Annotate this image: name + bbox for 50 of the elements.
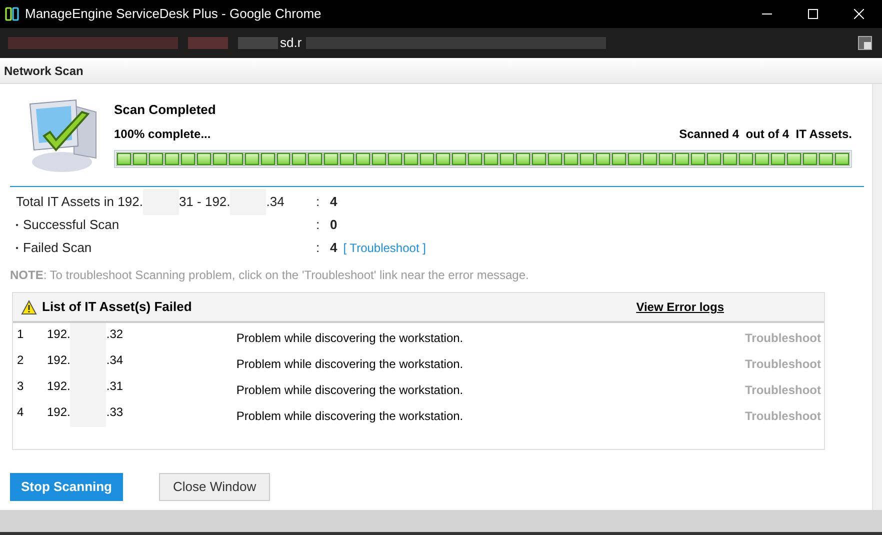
troubleshoot-link[interactable]: Troubleshoot (745, 401, 824, 427)
row-index: 1 (16, 326, 25, 343)
redacted-area (188, 37, 228, 49)
app-logo-icon (5, 7, 19, 21)
troubleshoot-link[interactable]: Troubleshoot (745, 349, 824, 375)
separator-colon: : (316, 239, 321, 258)
ip-address: .33 (106, 404, 124, 421)
window-title: ManageEngine ServiceDesk Plus - Google Chrome (25, 5, 322, 24)
summary-label: Failed Scan (23, 239, 92, 258)
ip-address: 192. (47, 404, 70, 421)
percent-complete: 100% complete... (114, 126, 211, 142)
separator-colon: : (316, 193, 321, 212)
panel-title: Network Scan (4, 62, 84, 80)
scan-status: Scan Completed (114, 101, 217, 119)
summary-value: 4 (330, 193, 338, 212)
summary-value: 0 (330, 216, 338, 234)
ip-address: .31 (106, 378, 124, 395)
summary-label: Successful Scan (23, 216, 120, 234)
translate-icon[interactable] (858, 36, 872, 50)
view-error-logs-link[interactable]: View Error logs (636, 298, 724, 316)
redacted-area (238, 37, 278, 49)
error-message: Problem while discovering the workstation. (236, 408, 464, 425)
stop-scanning-button[interactable]: Stop Scanning (10, 473, 123, 501)
summary-label: Total IT Assets in 192. (16, 193, 143, 212)
note-text: NOTE: To troubleshoot Scanning problem, click on the 'Troubleshoot' link near the error message. (10, 267, 530, 284)
close-window-button[interactable]: Close Window (159, 473, 270, 501)
ip-address: .34 (106, 352, 124, 369)
troubleshoot-link[interactable]: Troubleshoot (745, 323, 824, 349)
error-message: Problem while discovering the workstation. (236, 356, 464, 373)
warning-icon (21, 300, 37, 314)
summary-value: 4 (330, 239, 338, 258)
row-index: 3 (16, 378, 25, 395)
ip-address: 192. (47, 352, 70, 369)
troubleshoot-link[interactable]: Troubleshoot (745, 375, 824, 401)
failed-list-title: List of IT Asset(s) Failed (42, 298, 192, 316)
maximize-icon (808, 9, 818, 19)
row-index: 4 (16, 404, 25, 421)
summary-label: .34 (266, 193, 284, 212)
troubleshoot-link[interactable]: [ Troubleshoot ] (343, 239, 426, 257)
error-message: Problem while discovering the workstation. (236, 382, 464, 399)
scanned-count: Scanned 4 out of 4 IT Assets. (679, 126, 852, 142)
row-index: 2 (16, 352, 25, 369)
summary-label: 31 - 192. (178, 193, 230, 212)
ip-address: 192. (47, 378, 70, 395)
separator-colon: : (316, 216, 321, 234)
error-message: Problem while discovering the workstation. (236, 330, 464, 347)
close-icon (854, 9, 864, 19)
address-text[interactable]: sd.r (278, 33, 304, 53)
ip-address: .32 (106, 326, 124, 343)
ip-address: 192. (47, 326, 70, 343)
